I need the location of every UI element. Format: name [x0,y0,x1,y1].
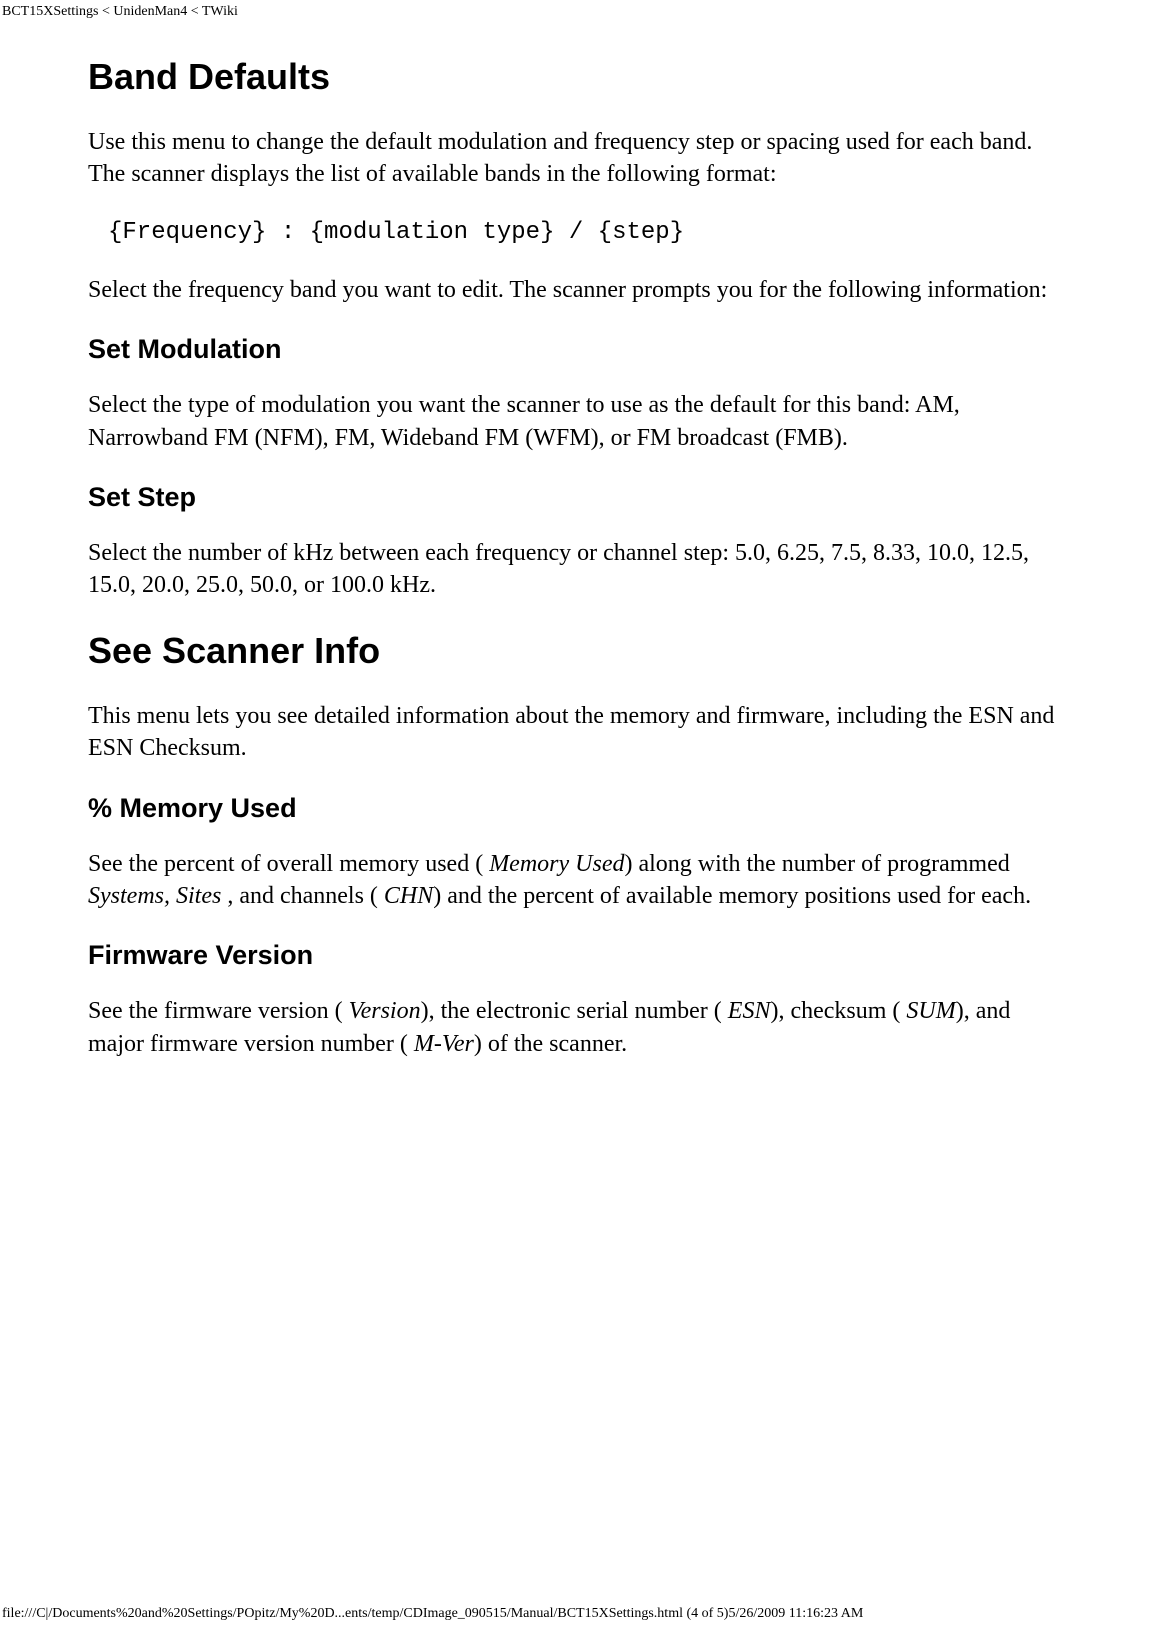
set-step-body: Select the number of kHz between each fr… [88,537,1066,602]
emphasis-chn: CHN [384,883,433,909]
scanner-info-intro: This menu lets you see detailed informat… [88,700,1066,765]
text-fragment: ) along with the number of programmed [624,851,1009,877]
band-defaults-title: Band Defaults [88,56,1066,98]
emphasis-mver: M-Ver [414,1031,474,1057]
content-area: Band Defaults Use this menu to change th… [88,20,1066,1060]
page-header: BCT15XSettings < UnidenMan4 < TWiki [0,0,1154,20]
text-fragment: ) and the percent of available memory po… [433,883,1031,909]
band-format-code: {Frequency} : {modulation type} / {step} [88,219,1066,246]
text-fragment: ), checksum ( [770,998,906,1024]
firmware-version-body: See the firmware version ( Version), the… [88,995,1066,1060]
band-defaults-prompt: Select the frequency band you want to ed… [88,274,1066,306]
page-footer: file:///C|/Documents%20and%20Settings/PO… [2,1606,863,1622]
text-fragment: ), the electronic serial number ( [421,998,728,1024]
set-modulation-title: Set Modulation [88,334,1066,365]
emphasis-memory-used: Memory Used [489,851,624,877]
memory-used-body: See the percent of overall memory used (… [88,848,1066,913]
band-defaults-intro: Use this menu to change the default modu… [88,126,1066,191]
text-fragment: See the firmware version ( [88,998,349,1024]
text-fragment: , and channels ( [221,883,384,909]
emphasis-version: Version [349,998,421,1024]
scanner-info-title: See Scanner Info [88,630,1066,672]
breadcrumb: BCT15XSettings < UnidenMan4 < TWiki [2,4,238,19]
emphasis-systems-sites: Systems, Sites [88,883,221,909]
emphasis-esn: ESN [728,998,771,1024]
text-fragment: See the percent of overall memory used ( [88,851,489,877]
memory-used-title: % Memory Used [88,793,1066,824]
emphasis-sum: SUM [906,998,955,1024]
text-fragment: ) of the scanner. [474,1031,627,1057]
firmware-version-title: Firmware Version [88,940,1066,971]
footer-path: file:///C|/Documents%20and%20Settings/PO… [2,1606,863,1621]
set-step-title: Set Step [88,482,1066,513]
set-modulation-body: Select the type of modulation you want t… [88,389,1066,454]
